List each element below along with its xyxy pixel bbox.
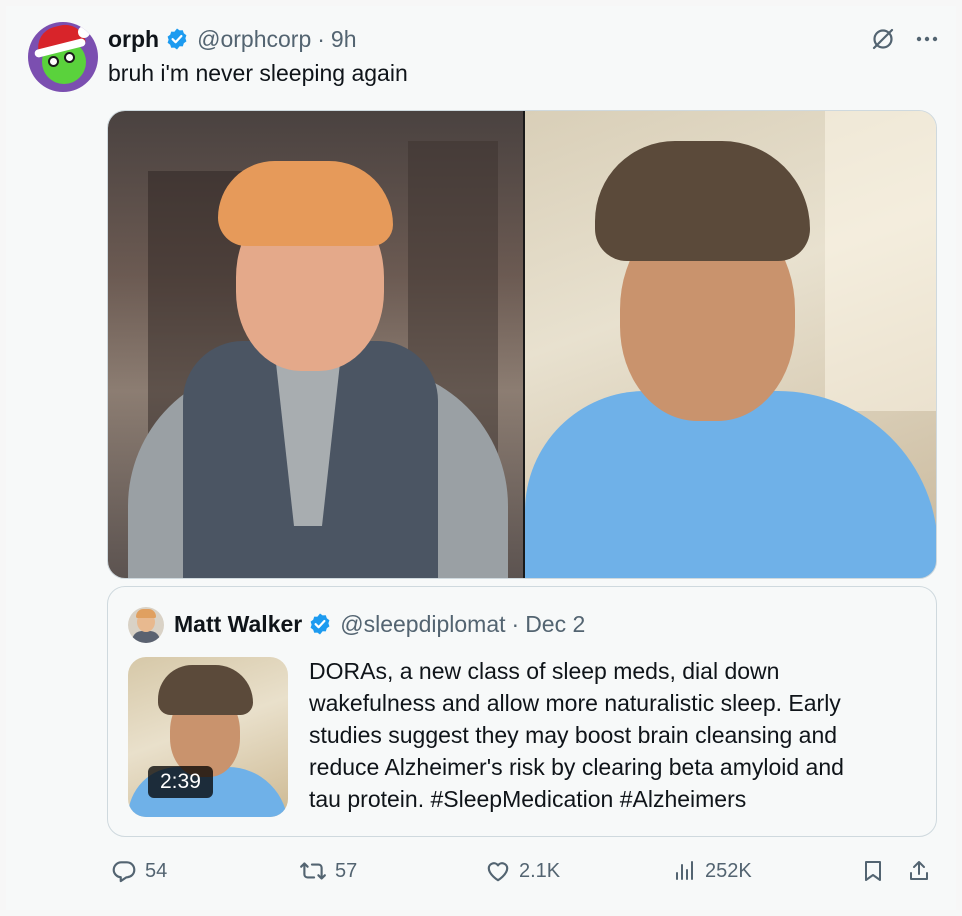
quoted-video-thumbnail[interactable]: 2:39 [128, 657, 288, 817]
more-icon[interactable] [914, 26, 940, 52]
share-button[interactable] [907, 858, 931, 884]
reply-count: 54 [145, 859, 168, 882]
view-count: 252K [705, 859, 752, 882]
separator-dot: · [511, 610, 520, 637]
quoted-text-line: studies suggest they may boost brain cle… [309, 722, 838, 748]
share-icon [907, 858, 931, 884]
quoted-tweet[interactable]: Matt Walker @sleepdiplomat · Dec 2 2:39 … [107, 586, 937, 837]
post-time[interactable]: 9h [331, 26, 357, 53]
video-duration-badge: 2:39 [148, 766, 213, 798]
quoted-avatar-body [132, 631, 160, 643]
author-name[interactable]: orph [108, 26, 159, 53]
quoted-text-line: wakefulness and allow more naturalistic … [309, 690, 841, 716]
verified-badge-icon [308, 612, 332, 636]
repost-button[interactable]: 57 [299, 858, 357, 884]
bookmark-icon [861, 858, 885, 884]
reply-icon [111, 858, 137, 884]
quoted-text: DORAs, a new class of sleep meds, dial d… [309, 655, 909, 815]
separator-dot: · [317, 25, 325, 52]
avatar-eye [64, 52, 75, 63]
avatar-eye [48, 56, 59, 67]
grok-icon[interactable] [870, 26, 896, 52]
like-count: 2.1K [519, 859, 561, 882]
heart-icon [485, 858, 511, 884]
avatar-hat-pom [78, 26, 90, 38]
quoted-date[interactable]: Dec 2 [525, 611, 585, 638]
quoted-author-avatar[interactable] [128, 607, 164, 643]
reply-button[interactable]: 54 [111, 858, 167, 884]
views-button[interactable]: 252K [673, 858, 752, 884]
media-photo-right[interactable] [523, 111, 936, 578]
like-button[interactable]: 2.1K [485, 858, 560, 884]
author-handle[interactable]: @orphcorp [197, 26, 311, 53]
quoted-text-line: reduce Alzheimer's risk by clearing beta… [309, 754, 844, 780]
tweet-text: bruh i'm never sleeping again [108, 60, 408, 86]
background-window [825, 111, 936, 411]
quoted-author-handle[interactable]: @sleepdiplomat [340, 611, 505, 638]
top-actions [870, 26, 940, 52]
person-hair [595, 141, 810, 261]
views-icon [673, 858, 697, 884]
tweet-card[interactable]: orph @orphcorp · 9h bruh i'm never sleep… [0, 0, 962, 916]
quoted-author-name[interactable]: Matt Walker [174, 611, 302, 638]
verified-badge-icon [165, 27, 189, 51]
media-grid[interactable] [107, 110, 937, 579]
thumb-hair [158, 665, 253, 715]
bookmark-button[interactable] [861, 858, 885, 884]
tweet-header: orph @orphcorp · 9h [108, 24, 357, 54]
action-bar: 54 57 2.1K 252K [107, 858, 937, 892]
person-hair [218, 161, 393, 246]
quoted-avatar-hair [136, 609, 156, 618]
quoted-header: Matt Walker @sleepdiplomat · Dec 2 [174, 609, 585, 639]
repost-icon [299, 858, 327, 884]
quoted-text-line: tau protein. #SleepMedication #Alzheimer… [309, 786, 747, 812]
repost-count: 57 [335, 859, 358, 882]
quoted-text-line: DORAs, a new class of sleep meds, dial d… [309, 658, 780, 684]
media-photo-left[interactable] [108, 111, 523, 578]
author-avatar[interactable] [28, 22, 98, 92]
